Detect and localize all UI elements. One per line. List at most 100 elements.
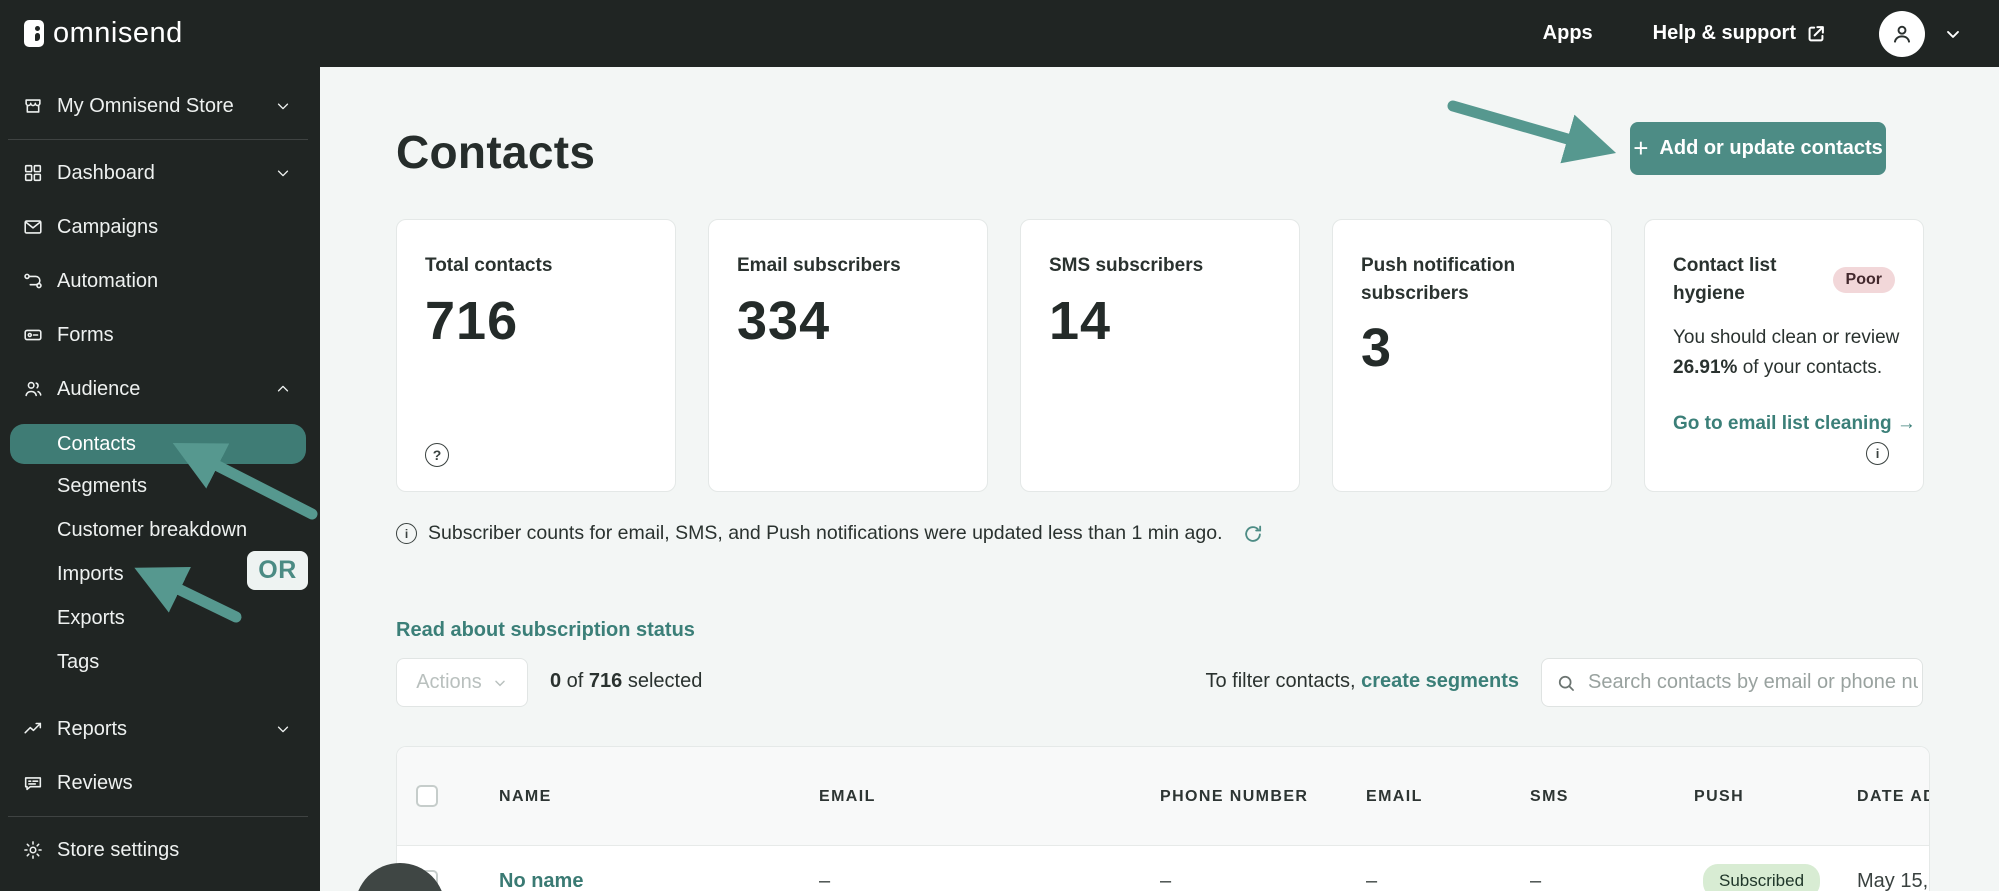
chevron-down-icon [274, 164, 292, 182]
actions-label: Actions [416, 671, 482, 693]
status-text: Subscriber counts for email, SMS, and Pu… [428, 522, 1223, 544]
stats-cards-row: Total contacts 716 ? Email subscribers 3… [396, 219, 1924, 492]
table-row[interactable]: No name – – – – Subscribed May 15, [397, 846, 1929, 891]
refresh-icon[interactable] [1242, 523, 1264, 545]
sidebar-item-my-omnisend-store[interactable]: My Omnisend Store [0, 79, 320, 133]
sidebar-item-label: Segments [57, 474, 148, 497]
column-header-name: NAME [499, 787, 552, 805]
cell-email-status: – [1366, 869, 1378, 891]
main-content: Contacts + Add or update contacts Total … [320, 67, 1999, 891]
sidebar-item-store-settings[interactable]: Store settings [0, 823, 320, 877]
chevron-down-icon [495, 680, 505, 686]
card-value: 3 [1361, 318, 1393, 379]
sidebar-item-customer-breakdown[interactable]: Customer breakdown [0, 508, 320, 552]
sidebar-item-reports[interactable]: Reports [0, 702, 320, 756]
apps-link[interactable]: Apps [1543, 22, 1593, 45]
card-label: Total contacts [425, 255, 553, 276]
add-button-label: Add or update contacts [1659, 137, 1883, 159]
sidebar-item-label: Campaigns [57, 215, 159, 238]
sidebar-item-label: Forms [57, 323, 114, 346]
column-header-date-added: DATE ADDED [1857, 787, 1929, 805]
sidebar-item-label: Customer breakdown [57, 518, 248, 541]
sidebar-item-campaigns[interactable]: Campaigns [0, 200, 320, 254]
card-email-subscribers: Email subscribers 334 [708, 219, 988, 492]
sidebar-item-label: Imports [57, 562, 124, 585]
cell-email: – [819, 869, 831, 891]
sidebar-item-label: Contacts [57, 432, 136, 455]
column-header-email-channel: EMAIL [1366, 787, 1423, 805]
external-link-icon [1808, 25, 1824, 41]
search-input[interactable] [1588, 659, 1918, 706]
card-label: Push notification subscribers [1361, 255, 1516, 304]
card-total-contacts: Total contacts 716 ? [396, 219, 676, 492]
card-value: 14 [1049, 290, 1112, 351]
sidebar-item-segments[interactable]: Segments [0, 464, 320, 508]
sidebar-item-label: Store settings [57, 838, 180, 861]
search-box [1541, 658, 1923, 707]
sidebar-divider [8, 139, 308, 140]
hygiene-status-badge: Poor [1832, 266, 1895, 293]
email-list-cleaning-link[interactable]: Go to email list cleaning → [1673, 413, 1916, 435]
sidebar-item-automation[interactable]: Automation [0, 254, 320, 308]
reports-trend-icon [22, 718, 44, 740]
help-support-label: Help & support [1652, 22, 1796, 44]
search-icon [1558, 675, 1574, 691]
contact-name-link[interactable]: No name [499, 870, 583, 891]
help-support-link[interactable]: Help & support [1653, 22, 1827, 45]
sidebar-item-label: Reports [57, 717, 128, 740]
sidebar-item-label: My Omnisend Store [57, 94, 234, 117]
account-menu-chevron[interactable] [1943, 24, 1963, 44]
or-annotation-badge: OR [247, 551, 308, 590]
sidebar-item-label: Automation [57, 269, 159, 292]
card-contact-list-hygiene: Contact list hygiene Poor You should cle… [1644, 219, 1924, 492]
chevron-down-icon [1947, 30, 1959, 38]
card-sms-subscribers: SMS subscribers 14 [1020, 219, 1300, 492]
select-all-checkbox[interactable] [416, 785, 438, 807]
column-header-push: PUSH [1694, 787, 1745, 805]
column-header-phone: PHONE NUMBER [1160, 787, 1309, 805]
sidebar-item-label: Tags [57, 650, 100, 673]
sidebar-item-dashboard[interactable]: Dashboard [0, 146, 320, 200]
actions-dropdown-button[interactable]: Actions [396, 658, 528, 707]
cell-sms-status: – [1530, 869, 1542, 891]
user-icon [1893, 25, 1911, 43]
cell-date-added: May 15, [1857, 869, 1929, 891]
sidebar: My Omnisend Store Dashboard Campaigns Au… [0, 67, 320, 891]
gear-icon [22, 839, 44, 861]
question-icon[interactable]: ? [425, 443, 449, 467]
create-segments-link[interactable]: create segments [1361, 670, 1519, 692]
sidebar-item-contacts[interactable]: Contacts [10, 424, 306, 464]
storefront-icon [22, 95, 44, 117]
subscriber-counts-status: i Subscriber counts for email, SMS, and … [396, 522, 1264, 545]
topbar: omnisend Apps Help & support [0, 0, 1999, 67]
hygiene-text: You should clean or review 26.91% of you… [1673, 327, 1900, 378]
contacts-table: NAME EMAIL PHONE NUMBER EMAIL SMS PUSH D… [396, 746, 1930, 891]
card-label: Email subscribers [737, 255, 901, 276]
column-header-sms: SMS [1530, 787, 1569, 805]
sidebar-item-forms[interactable]: Forms [0, 308, 320, 362]
sidebar-item-tags[interactable]: Tags [0, 640, 320, 684]
plus-icon: + [1633, 132, 1649, 163]
info-icon: i [396, 523, 417, 544]
sidebar-item-reviews[interactable]: Reviews [0, 756, 320, 810]
read-subscription-status-link[interactable]: Read about subscription status [396, 619, 695, 642]
info-icon[interactable]: i [1866, 442, 1889, 465]
card-label: Contact list hygiene [1673, 255, 1777, 304]
card-label: SMS subscribers [1049, 255, 1204, 276]
reviews-icon [22, 772, 44, 794]
add-or-update-contacts-button[interactable]: + Add or update contacts [1630, 122, 1886, 175]
omnisend-logo-icon [24, 20, 44, 47]
column-header-email: EMAIL [819, 787, 876, 805]
sidebar-item-label: Exports [57, 606, 125, 629]
cell-phone: – [1160, 869, 1172, 891]
user-avatar[interactable] [1879, 10, 1925, 57]
page-title: Contacts [396, 126, 596, 178]
chevron-down-icon [274, 97, 292, 115]
card-value: 334 [737, 290, 831, 351]
sidebar-item-exports[interactable]: Exports [0, 596, 320, 640]
omnisend-logo[interactable]: omnisend [24, 17, 183, 50]
sidebar-item-label: Reviews [57, 771, 133, 794]
mail-icon [22, 216, 44, 238]
sidebar-item-audience[interactable]: Audience [0, 362, 320, 416]
sidebar-item-label: Dashboard [57, 161, 155, 184]
